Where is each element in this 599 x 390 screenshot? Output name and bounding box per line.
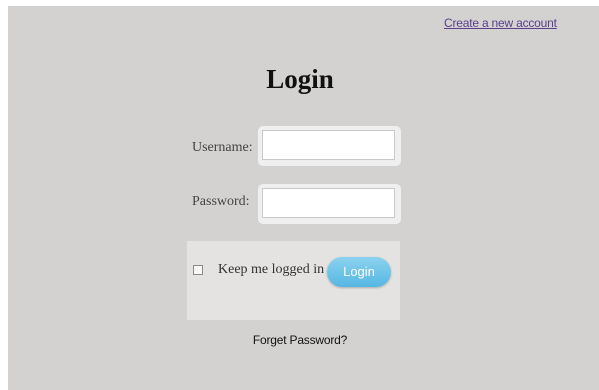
create-account-link[interactable]: Create a new account	[444, 16, 557, 30]
login-button[interactable]: Login	[327, 257, 391, 287]
login-page: Create a new account Login Username: Pas…	[8, 6, 599, 390]
login-action-panel: Keep me logged in Login	[187, 241, 400, 320]
username-input[interactable]	[262, 130, 395, 160]
password-field-frame	[258, 184, 401, 224]
username-label: Username:	[192, 140, 253, 155]
password-label: Password:	[192, 194, 250, 209]
password-input[interactable]	[262, 188, 395, 218]
remember-checkbox[interactable]	[193, 265, 203, 275]
remember-label: Keep me logged in	[218, 262, 325, 277]
username-field-frame	[258, 126, 401, 166]
forget-password-link[interactable]: Forget Password?	[8, 333, 592, 347]
page-title: Login	[266, 64, 334, 94]
